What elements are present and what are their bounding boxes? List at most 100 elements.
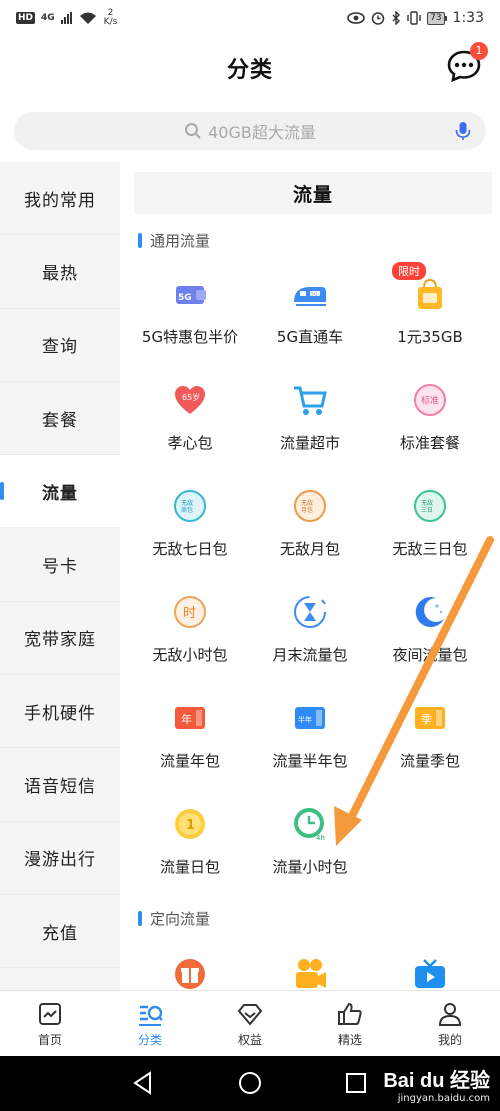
grid-item-label: 流量超市 [279,434,340,452]
system-navigation-bar: Bai du 经验 jingyan.baidu.com [0,1056,500,1111]
standard-badge-icon: 标准 [414,384,446,416]
tab-benefits[interactable]: 权益 [200,991,300,1056]
seven-day-badge-icon: 无敌周包 [174,490,206,522]
video-camera-icon [296,959,326,988]
grid-item-year-pack[interactable]: 年 流量年包 [128,678,252,784]
grid-item-1yuan-35gb[interactable]: 1元35GB [368,254,492,360]
alarm-icon [371,12,385,25]
network-speed: 2 K/s [104,9,118,27]
tv-play-icon [415,959,445,988]
category-icon [139,1005,163,1026]
person-icon [438,1002,462,1026]
grid-item-season-pack[interactable]: 季 流量季包 [368,678,492,784]
heart-icon: 65岁 [175,386,205,414]
microphone-icon[interactable] [452,120,474,142]
tab-featured[interactable]: 精选 [300,991,400,1056]
grid-item-label: 月末流量包 [272,646,348,664]
grid-item-5g-express[interactable]: 5G 5G直通车 [248,254,372,360]
grid-item-label: 夜间流量包 [392,646,468,664]
message-button[interactable]: 1 [446,42,488,84]
grid-item-day-pack[interactable]: 1 流量日包 [128,784,252,890]
diamond-icon [237,1003,263,1026]
signal-icon [60,12,72,24]
sidebar-item-label: 我的常用 [24,190,96,211]
grid-item-5g-half-price[interactable]: 5G 5G特惠包半价 [128,254,252,360]
status-right: 73 1:33 [347,10,484,26]
grid-item-standard-plan[interactable]: 标准 标准套餐 [368,360,492,466]
grid-item-3day-pack[interactable]: 无敌 三日 无敌三日包 [368,466,492,572]
sidebar-item-roaming[interactable]: 漫游出行 [0,822,120,895]
svg-text:月包: 月包 [301,506,313,514]
grid-item-label: 无敌月包 [279,540,340,558]
sidebar-item-label: 手机硬件 [24,703,96,724]
grid-item-data-market[interactable]: 流量超市 [248,360,372,466]
sidebar-item-hardware[interactable]: 手机硬件 [0,675,120,749]
heart-icon-text: 65岁 [182,392,200,402]
sidebar-item-voice-sms[interactable]: 语音短信 [0,748,120,822]
grid-item-targeted-3[interactable] [368,934,492,990]
tab-label: 我的 [437,1032,462,1047]
moon-icon [415,597,444,628]
day-icon-text: 1 [186,818,195,833]
group-title-label: 通用流量 [150,232,211,250]
hour-badge-icon: 时 [174,596,206,628]
grid-item-month-end-pack[interactable]: 月末流量包 [248,572,372,678]
grid-item-label: 无敌小时包 [152,646,228,664]
sidebar-item-favorites[interactable]: 我的常用 [0,162,120,236]
message-count-badge: 1 [470,42,488,60]
grid-item-targeted-1[interactable] [128,934,252,990]
grid-item-label: 5G直通车 [276,328,344,346]
5g-card-icon: 5G [176,286,206,304]
speed-unit: K/s [103,17,118,27]
network-type: 4G [41,13,55,23]
grid-item-label: 流量年包 [159,752,220,770]
sidebar-item-hot[interactable]: 最热 [0,235,120,309]
grid-item-targeted-2[interactable] [248,934,372,990]
tab-category[interactable]: 分类 [100,991,200,1056]
svg-text:5G: 5G [311,292,318,298]
grid-item-label: 1元35GB [397,328,463,346]
tab-label: 权益 [237,1032,262,1047]
grid-item-label: 5G特惠包半价 [141,328,239,346]
sidebar-item-label: 语音短信 [24,777,96,798]
status-left: HD 4G 2 K/s [16,9,117,27]
back-icon[interactable] [130,1070,156,1096]
grid-item-hourly-pack[interactable]: 4h 流量小时包 [248,784,372,890]
sidebar-item-plans[interactable]: 套餐 [0,382,120,456]
svg-text:5G: 5G [178,293,192,303]
search-bar[interactable]: 40GB超大流量 [14,112,486,150]
group-title-general: 通用流量 [138,230,210,251]
battery-icon: 73 [427,11,447,25]
tab-mine[interactable]: 我的 [400,991,500,1056]
season-icon-text: 季 [421,713,432,726]
year-ticket-icon: 年 [175,707,205,729]
recents-icon[interactable] [343,1070,369,1096]
sidebar-item-label: 最热 [42,263,78,284]
home-circle-icon[interactable] [237,1070,263,1096]
month-badge-icon: 无敌月包 [294,490,326,522]
grid-item-night-pack[interactable]: 夜间流量包 [368,572,492,678]
baidu-watermark: Bai du 经验 jingyan.baidu.com [383,1064,490,1104]
tab-home[interactable]: 首页 [0,991,100,1056]
sidebar-item-data[interactable]: 流量 [0,455,120,529]
grid-item-month-pack[interactable]: 无敌 月包 无敌月包 [248,466,372,572]
bluetooth-icon [392,11,401,25]
page-title: 分类 [226,58,273,83]
grid-item-hour-pack[interactable]: 时 无敌小时包 [128,572,252,678]
bottom-tab-bar: 首页 分类 权益 精选 我的 [0,990,500,1056]
sidebar-item-label: 号卡 [42,557,78,578]
sidebar-item-broadband[interactable]: 宽带家庭 [0,602,120,676]
sidebar-item-query[interactable]: 查询 [0,309,120,382]
svg-text:无敌: 无敌 [421,499,433,507]
season-ticket-icon: 季 [415,707,445,729]
grid-item-7day-pack[interactable]: 无敌 周包 无敌七日包 [128,466,252,572]
sidebar-item-label: 套餐 [42,410,78,431]
sidebar-item-sim-card[interactable]: 号卡 [0,528,120,602]
clock-icon-text: 4h [316,834,325,842]
svg-text:无敌: 无敌 [301,499,313,507]
sidebar-item-label: 流量 [42,483,78,504]
grid-item-filial-pack[interactable]: 65岁 孝心包 [128,360,252,466]
sidebar-item-recharge[interactable]: 充值 [0,895,120,969]
grid-item-half-year-pack[interactable]: 半年 流量半年包 [248,678,372,784]
search-icon [185,123,201,139]
